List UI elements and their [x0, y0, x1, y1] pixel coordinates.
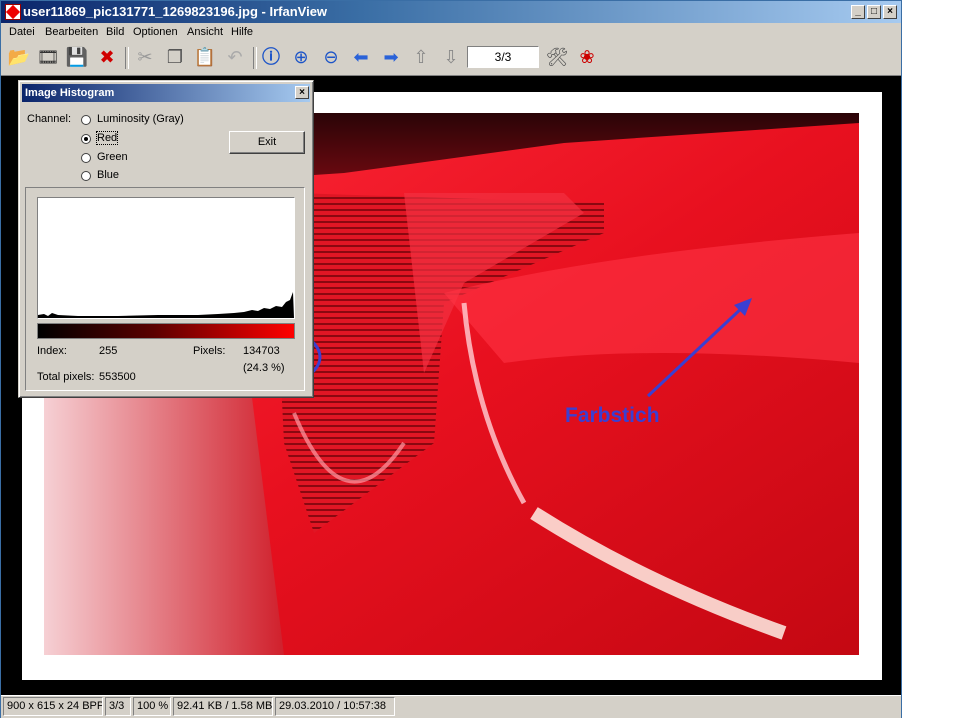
dialog-title: Image Histogram [22, 84, 310, 102]
histogram-plot[interactable] [37, 197, 295, 319]
index-label: Index: [37, 345, 67, 357]
total-pixels-value: 553500 [99, 371, 136, 383]
total-pixels-label: Total pixels: [37, 371, 95, 383]
pixels-value: 134703 [243, 345, 280, 357]
radio-blue[interactable] [81, 171, 91, 181]
annotation-label: Farbstich [565, 404, 660, 427]
dialog-close-button[interactable]: × [295, 86, 309, 99]
exit-button[interactable]: Exit [229, 131, 305, 154]
radio-green-label[interactable]: Green [97, 151, 128, 163]
histogram-dialog: Image Histogram × Channel: Luminosity (G… [18, 80, 314, 398]
radio-red-label[interactable]: Red [95, 131, 119, 145]
index-value: 255 [99, 345, 118, 357]
color-ramp [37, 323, 295, 339]
annotation-arrow [646, 304, 746, 398]
pixels-label: Pixels: [193, 345, 226, 357]
channel-label: Channel: [27, 113, 72, 125]
histogram-curve [38, 292, 294, 318]
radio-green[interactable] [81, 153, 91, 163]
radio-blue-label[interactable]: Blue [97, 169, 119, 181]
pixels-percent: (24.3 %) [243, 362, 285, 374]
radio-red[interactable] [81, 134, 91, 144]
radio-luminosity[interactable] [81, 115, 91, 125]
radio-luminosity-label[interactable]: Luminosity (Gray) [97, 113, 184, 125]
